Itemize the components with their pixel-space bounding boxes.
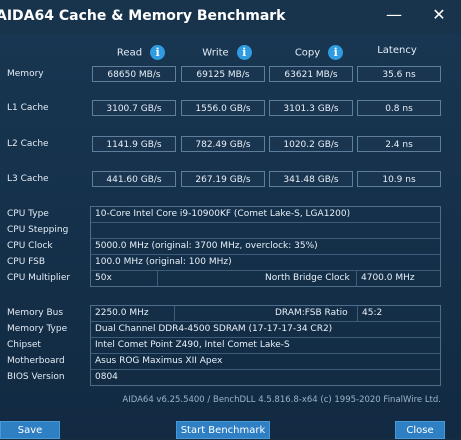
l3-write-value: 267.19 GB/s [181, 171, 265, 187]
memory-write-value: 69125 MB/s [181, 66, 265, 82]
l3-copy-value: 341.48 GB/s [269, 171, 353, 187]
memory-copy-value: 63621 MB/s [269, 66, 353, 82]
divider [91, 254, 440, 255]
column-header-write: Write i [184, 45, 270, 60]
column-header-copy-label: Copy [294, 47, 321, 59]
l1-latency-value: 0.8 ns [357, 100, 441, 116]
column-header-read-label: Read [116, 47, 143, 59]
column-header-read: Read i [100, 45, 182, 60]
memory-bus-label: Memory Bus [7, 308, 64, 318]
column-header-copy: Copy i [274, 45, 364, 60]
dram-fsb-ratio-label: DRAM:FSB Ratio [275, 308, 348, 318]
bios-version-value: 0804 [95, 372, 118, 382]
version-footer: AIDA64 v6.25.5400 / BenchDLL 4.5.816.8-x… [122, 395, 441, 405]
info-icon[interactable]: i [236, 45, 252, 60]
l2-write-value: 782.49 GB/s [181, 136, 265, 152]
cpu-stepping-label: CPU Stepping [7, 225, 69, 235]
cpu-clock-value: 5000.0 MHz (original: 3700 MHz, overcloc… [95, 241, 318, 251]
l1-write-value: 1556.0 GB/s [181, 100, 265, 116]
divider [91, 270, 440, 271]
memory-bus-value: 2250.0 MHz [95, 308, 149, 318]
save-button[interactable]: Save [0, 421, 60, 439]
l1-copy-value: 3101.3 GB/s [269, 100, 353, 116]
window-title: AIDA64 Cache & Memory Benchmark [0, 8, 286, 24]
motherboard-label: Motherboard [7, 356, 65, 366]
divider [91, 222, 440, 223]
cpu-fsb-label: CPU FSB [7, 257, 46, 267]
benchmark-window: AIDA64 Cache & Memory Benchmark — ✕ Read… [0, 0, 461, 439]
l3-latency-value: 10.9 ns [357, 171, 441, 187]
divider [357, 306, 358, 321]
l2-read-value: 1141.9 GB/s [92, 136, 176, 152]
close-button[interactable]: Close [395, 421, 445, 439]
l2-latency-value: 2.4 ns [357, 136, 441, 152]
cpu-type-label: CPU Type [7, 209, 49, 219]
cpu-clock-label: CPU Clock [7, 241, 53, 251]
cpu-type-value: 10-Core Intel Core i9-10900KF (Comet Lak… [95, 209, 351, 219]
cpu-multiplier-value: 50x [95, 273, 112, 283]
l3-read-value: 441.60 GB/s [92, 171, 176, 187]
dram-fsb-ratio-value: 45:2 [362, 308, 383, 318]
divider [91, 321, 440, 322]
north-bridge-clock-value: 4700.0 MHz [361, 273, 415, 283]
memory-type-value: Dual Channel DDR4-4500 SDRAM (17-17-17-3… [95, 324, 333, 334]
l1-read-value: 3100.7 GB/s [92, 100, 176, 116]
minimize-button[interactable]: — [380, 4, 408, 28]
chipset-label: Chipset [7, 340, 41, 350]
title-bar: AIDA64 Cache & Memory Benchmark — ✕ [0, 0, 461, 34]
info-icon[interactable]: i [150, 45, 166, 60]
divider [91, 238, 440, 239]
divider [91, 337, 440, 338]
cpu-multiplier-label: CPU Multiplier [7, 273, 71, 283]
info-icon[interactable]: i [328, 45, 344, 60]
divider [356, 271, 357, 286]
l2-copy-value: 1020.2 GB/s [269, 136, 353, 152]
column-header-write-label: Write [202, 47, 229, 59]
memory-read-value: 68650 MB/s [92, 66, 176, 82]
row-label-l1-cache: L1 Cache [7, 103, 49, 113]
divider [91, 353, 440, 354]
row-label-l3-cache: L3 Cache [7, 174, 49, 184]
memory-type-label: Memory Type [7, 324, 68, 334]
memory-latency-value: 35.6 ns [357, 66, 441, 82]
column-header-latency: Latency [377, 45, 417, 56]
north-bridge-clock-label: North Bridge Clock [265, 273, 350, 283]
chipset-value: Intel Comet Point Z490, Intel Comet Lake… [95, 340, 290, 350]
start-benchmark-button[interactable]: Start Benchmark [176, 421, 270, 439]
divider [157, 271, 158, 286]
row-label-l2-cache: L2 Cache [7, 139, 49, 149]
divider [91, 369, 440, 370]
cpu-fsb-value: 100.0 MHz (original: 100 MHz) [95, 257, 232, 267]
close-window-button[interactable]: ✕ [425, 4, 453, 28]
row-label-memory: Memory [7, 69, 44, 79]
bios-version-label: BIOS Version [7, 372, 65, 382]
motherboard-value: Asus ROG Maximus XII Apex [95, 356, 223, 366]
divider [174, 306, 175, 321]
